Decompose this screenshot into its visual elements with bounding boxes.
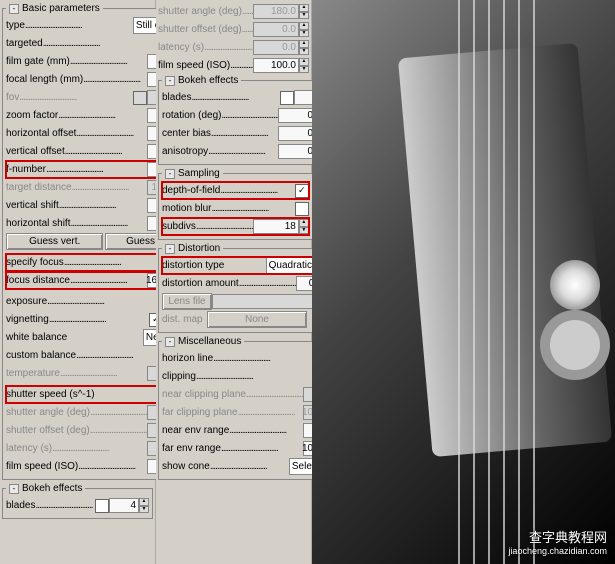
spinner: ▲▼ [299, 40, 309, 55]
film-speed-label: film speed (ISO) [6, 461, 147, 472]
collapse-icon[interactable]: - [165, 169, 175, 179]
watermark-main: 查字典教程网 [508, 527, 607, 546]
film-speed-label-2: film speed (ISO) [158, 60, 253, 71]
target-distance-label: target distance [6, 182, 147, 193]
dof-label: depth-of-field [162, 185, 295, 196]
bokeh-effects-group-left: -Bokeh effects blades 4 ▲▼ [2, 483, 153, 519]
anisotropy-label: anisotropy [162, 146, 278, 157]
watermark-sub: jiaocheng.chazidian.com [508, 546, 607, 556]
blades-checkbox[interactable] [280, 91, 294, 105]
spinner[interactable]: ▲▼ [139, 498, 149, 513]
guitar-strings-decoration [445, 0, 535, 564]
dist-map-button: None [207, 311, 307, 328]
render-preview: 查字典教程网 jiaocheng.chazidian.com [312, 0, 615, 564]
collapse-icon[interactable]: - [165, 76, 175, 86]
distortion-amount-label: distortion amount [162, 278, 296, 289]
temperature-label: temperature [6, 368, 147, 379]
spinner: ▲▼ [299, 22, 309, 37]
subdivs-label: subdivs [162, 221, 253, 232]
far-env-label: far env range [162, 443, 303, 454]
guess-vert-button[interactable]: Guess vert. [6, 233, 103, 250]
horizontal-offset-label: horizontal offset [6, 128, 147, 139]
section-title: Sampling [178, 168, 220, 179]
blades-label: blades [162, 92, 280, 103]
far-clip-label: far clipping plane [162, 407, 303, 418]
section-title: Bokeh effects [178, 75, 238, 86]
type-label: type [6, 20, 133, 31]
film-gate-label: film gate (mm) [6, 56, 147, 67]
section-title: Distortion [178, 243, 220, 254]
motion-blur-label: motion blur [162, 203, 295, 214]
blades-checkbox[interactable] [95, 499, 109, 513]
latency-label-2: latency (s) [158, 42, 253, 53]
sampling-group: -Sampling depth-of-field ✓ motion blur s… [158, 168, 313, 240]
collapse-icon[interactable]: - [9, 484, 19, 494]
shutter-offset-label-2: shutter offset (deg) [158, 24, 253, 35]
focus-distance-label: focus distance [6, 275, 147, 286]
blades-input[interactable]: 4 [109, 498, 139, 513]
watermark: 查字典教程网 jiaocheng.chazidian.com [508, 527, 607, 556]
motion-blur-checkbox[interactable] [295, 202, 309, 216]
white-balance-label: white balance [6, 332, 143, 343]
center-bias-label: center bias [162, 128, 278, 139]
latency-label: latency (s) [6, 443, 147, 454]
spinner[interactable]: ▲▼ [299, 58, 309, 73]
subdivs-input[interactable]: 18 [253, 219, 299, 234]
shutter-angle-label: shutter angle (deg) [6, 407, 147, 418]
vertical-offset-label: vertical offset [6, 146, 147, 157]
section-title: Bokeh effects [22, 483, 82, 494]
collapse-icon[interactable]: - [165, 244, 175, 254]
shutter-offset-label: shutter offset (deg) [6, 425, 147, 436]
right-panel: shutter angle (deg) 180.0 ▲▼ shutter off… [156, 0, 312, 564]
spinner: ▲▼ [299, 4, 309, 19]
spinner[interactable]: ▲▼ [299, 219, 309, 234]
collapse-icon[interactable]: - [9, 4, 19, 14]
distortion-type-label: distortion type [162, 260, 266, 271]
lens-file-button: Lens file [162, 293, 212, 310]
shutter-offset-input-2: 0.0 [253, 22, 299, 37]
section-title: Basic parameters [22, 3, 100, 14]
rotation-label: rotation (deg) [162, 110, 278, 121]
film-speed-input-2[interactable]: 100.0 [253, 58, 299, 73]
shutter-angle-input-2: 180.0 [253, 4, 299, 19]
blades-label: blades [6, 500, 95, 511]
vignetting-label: vignetting [6, 314, 149, 325]
fov-checkbox [133, 91, 147, 105]
vertical-shift-label: vertical shift [6, 200, 147, 211]
shutter-speed-label: shutter speed (s^-1) [6, 389, 157, 400]
latency-input-2: 0.0 [253, 40, 299, 55]
near-clip-label: near clipping plane [162, 389, 303, 400]
section-title: Miscellaneous [178, 336, 241, 347]
dist-map-label: dist. map [162, 314, 207, 325]
show-cone-label: show cone [162, 461, 289, 472]
horizontal-shift-label: horizontal shift [6, 218, 147, 229]
collapse-icon[interactable]: - [165, 337, 175, 347]
fnumber-label: f-number [6, 164, 147, 175]
focal-length-label: focal length (mm) [6, 74, 147, 85]
fov-label: fov [6, 92, 133, 103]
shutter-angle-label-2: shutter angle (deg) [158, 6, 253, 17]
custom-balance-label: custom balance [6, 350, 157, 361]
dof-checkbox[interactable]: ✓ [295, 184, 309, 198]
near-env-label: near env range [162, 425, 303, 436]
left-panel: -Basic parameters type Still cam▼ target… [0, 0, 156, 564]
zoom-factor-label: zoom factor [6, 110, 147, 121]
